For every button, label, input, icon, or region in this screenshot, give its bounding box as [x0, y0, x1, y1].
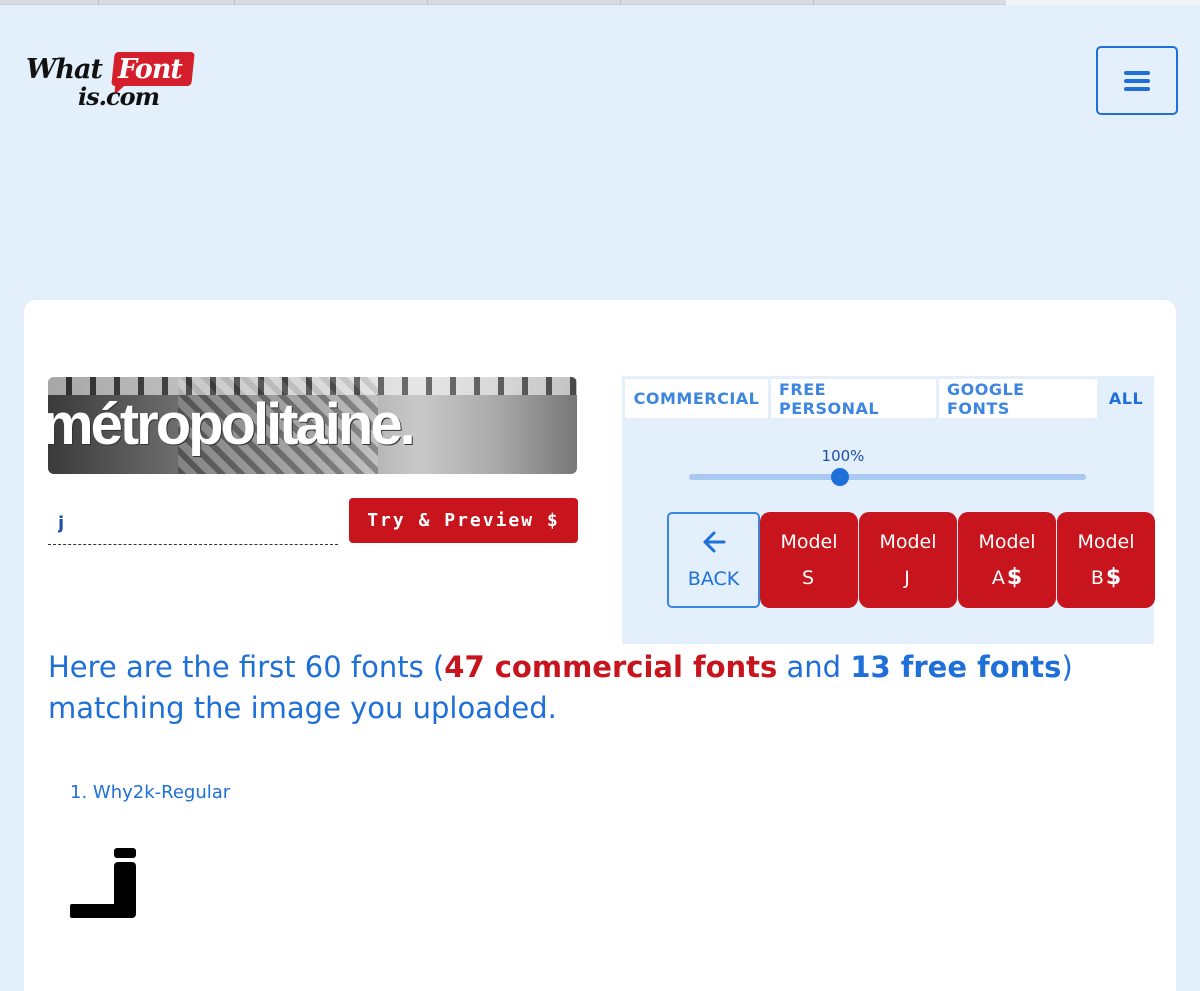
font-result-link[interactable]: 1. Why2k-Regular — [70, 782, 230, 803]
tab-all[interactable]: ALL — [1100, 376, 1152, 420]
model-a-button[interactable]: Model A$ — [958, 512, 1056, 608]
logo-iscom-text: is.com — [78, 82, 160, 111]
free-count: 13 — [850, 650, 891, 684]
logo-what-text: What — [26, 54, 103, 85]
model-j-button[interactable]: Model J — [859, 512, 957, 608]
paid-badge: $ — [1006, 564, 1023, 590]
model-label: Model — [879, 530, 937, 553]
heading-and: and — [777, 650, 851, 684]
model-b-button[interactable]: Model B$ — [1057, 512, 1155, 608]
browser-tab-strip — [0, 0, 1200, 5]
logo-font-text: Font — [118, 54, 183, 85]
paid-badge: $ — [1105, 564, 1122, 590]
menu-button[interactable] — [1096, 46, 1178, 115]
whatfontis-logo[interactable]: What Font is.com — [26, 52, 196, 112]
free-fonts-text: free fonts — [890, 650, 1062, 684]
results-heading: Here are the first 60 fonts (47 commerci… — [48, 647, 1148, 729]
model-label: Model — [780, 530, 838, 553]
model-label: Model — [978, 530, 1036, 553]
filter-panel: COMMERCIAL FREE PERSONAL GOOGLE FONTS AL… — [622, 376, 1155, 644]
commercial-fonts-text: commercial fonts — [484, 650, 778, 684]
character-input[interactable] — [48, 503, 338, 545]
zoom-slider[interactable] — [689, 468, 1086, 486]
uploaded-image: métropolitaine. — [48, 377, 577, 474]
tab-google-fonts[interactable]: GOOGLE FONTS — [939, 379, 1097, 418]
zoom-slider-thumb[interactable] — [830, 468, 849, 486]
back-label: BACK — [687, 567, 740, 590]
arrow-left-icon — [702, 531, 726, 558]
hamburger-icon — [1124, 70, 1150, 91]
model-s-button[interactable]: Model S — [760, 512, 858, 608]
font-preview-glyph[interactable] — [70, 846, 140, 922]
model-letter: S — [801, 566, 815, 589]
model-label: Model — [1077, 530, 1135, 553]
model-letter: A — [991, 566, 1005, 589]
font-type-tabs: COMMERCIAL FREE PERSONAL GOOGLE FONTS AL… — [622, 376, 1155, 420]
zoom-label: 100% — [821, 447, 865, 465]
tab-commercial[interactable]: COMMERCIAL — [625, 379, 768, 418]
uploaded-image-text: métropolitaine. — [48, 392, 416, 457]
heading-prefix: Here are the first 60 fonts ( — [48, 650, 445, 684]
back-button[interactable]: BACK — [667, 512, 760, 608]
try-preview-button[interactable]: Try & Preview $ — [349, 498, 578, 543]
model-letter: J — [904, 566, 910, 589]
tab-free-personal[interactable]: FREE PERSONAL — [771, 379, 936, 418]
commercial-count: 47 — [444, 650, 485, 684]
model-letter: B — [1090, 566, 1104, 589]
